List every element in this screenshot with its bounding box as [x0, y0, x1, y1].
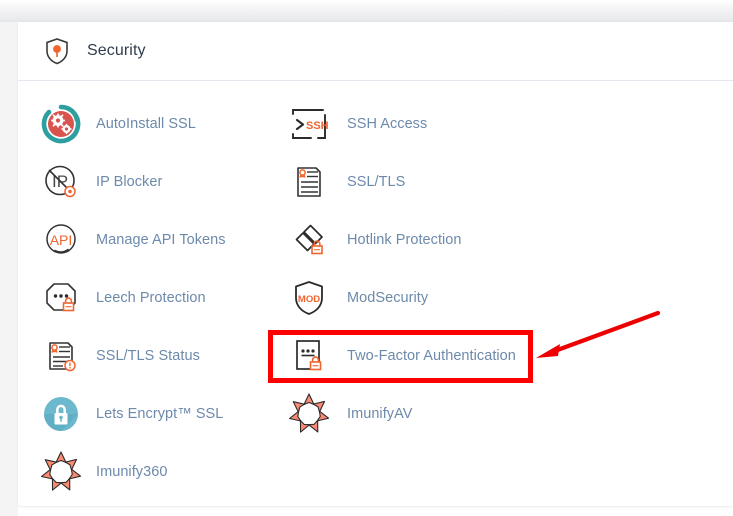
- left-gutter: [0, 22, 18, 516]
- item-ssl-tls-status[interactable]: SSL/TLS Status: [39, 327, 289, 385]
- item-label: SSH Access: [347, 116, 428, 132]
- svg-text:MOD: MOD: [298, 294, 320, 305]
- item-imunify360[interactable]: Imunify360: [39, 443, 289, 501]
- item-autoinstall-ssl[interactable]: AutoInstall SSL: [39, 95, 289, 153]
- top-chrome-strip: [0, 0, 733, 22]
- hotlink-protection-icon: [289, 220, 329, 260]
- item-imunifyav[interactable]: ImunifyAV: [288, 385, 549, 443]
- ip-blocker-icon: IP: [39, 160, 83, 204]
- autoinstall-ssl-icon: [39, 102, 83, 146]
- item-ip-blocker[interactable]: IP IP Blocker: [39, 153, 289, 211]
- svg-text:API: API: [50, 232, 73, 248]
- item-label: ModSecurity: [347, 290, 429, 306]
- two-factor-auth-icon: [289, 336, 329, 376]
- page-title: Security: [87, 42, 146, 59]
- item-label: ImunifyAV: [347, 406, 413, 422]
- item-label: Two-Factor Authentication: [347, 348, 516, 364]
- page-background: Security AutoInstall SSL IP Blocker API …: [0, 0, 733, 516]
- imunify-starburst-icon: [288, 393, 330, 434]
- ssl-tls-status-icon: [39, 334, 83, 378]
- imunify-starburst-icon: [39, 450, 83, 494]
- item-label: IP Blocker: [96, 174, 163, 190]
- item-label: Leech Protection: [96, 290, 206, 306]
- security-items-grid: AutoInstall SSL IP IP Blocker: [18, 81, 733, 491]
- modsecurity-shield-icon: MOD: [289, 278, 329, 318]
- ssh-terminal-icon: SSH: [289, 104, 329, 144]
- item-lets-encrypt-ssl[interactable]: Lets Encrypt™ SSL: [39, 385, 289, 443]
- item-leech-protection[interactable]: Leech Protection: [39, 269, 289, 327]
- svg-text:SSH: SSH: [306, 120, 329, 132]
- item-ssh-access[interactable]: SSH SSH Access: [289, 95, 549, 153]
- lets-encrypt-icon: [39, 392, 83, 436]
- item-two-factor-authentication[interactable]: Two-Factor Authentication: [289, 327, 549, 385]
- leech-protection-icon: [39, 276, 83, 320]
- item-label: Lets Encrypt™ SSL: [96, 406, 224, 422]
- item-label: AutoInstall SSL: [96, 116, 196, 132]
- left-column: AutoInstall SSL IP IP Blocker: [39, 95, 289, 501]
- item-label: Imunify360: [96, 464, 168, 480]
- item-modsecurity[interactable]: MOD ModSecurity: [289, 269, 549, 327]
- shield-pin-icon: [42, 36, 72, 66]
- api-tokens-icon: API: [39, 218, 83, 262]
- item-label: Manage API Tokens: [96, 232, 226, 248]
- security-panel-card: Security AutoInstall SSL IP Blocker API …: [18, 22, 733, 506]
- panel-header: Security: [18, 22, 733, 81]
- right-column: SSH SSH Access SSL/TLS Hotlink Protectio…: [288, 95, 549, 443]
- item-label: Hotlink Protection: [347, 232, 462, 248]
- item-label: SSL/TLS Status: [96, 348, 200, 364]
- item-manage-api-tokens[interactable]: API Manage API Tokens: [39, 211, 289, 269]
- item-label: SSL/TLS: [347, 174, 406, 190]
- item-hotlink-protection[interactable]: Hotlink Protection: [289, 211, 549, 269]
- item-ssl-tls[interactable]: SSL/TLS: [289, 153, 549, 211]
- ssl-tls-icon: [289, 162, 329, 202]
